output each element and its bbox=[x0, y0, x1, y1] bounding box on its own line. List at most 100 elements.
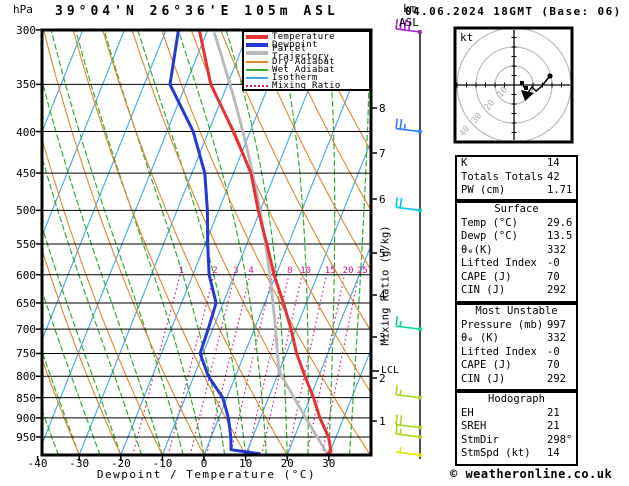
panel-row: Lifted Index -0 bbox=[457, 257, 576, 271]
panel-row-label: CAPE (J) bbox=[461, 270, 512, 283]
hodograph: 10203040 bbox=[453, 26, 574, 144]
most-unstable-panel: Most Unstable Pressure (mb) 997 θₑ (K) 332 Li… bbox=[455, 303, 578, 391]
pressure-tick-label: 500 bbox=[16, 204, 36, 218]
wind-barb bbox=[395, 316, 422, 331]
altitude-tick-label: 7 bbox=[379, 147, 386, 160]
altitude-tick-label: 1 bbox=[379, 415, 386, 428]
pressure-tick-label: 300 bbox=[16, 23, 36, 37]
panel-row: θₑ(K) 332 bbox=[457, 244, 576, 258]
panel-row-label: SREH bbox=[461, 420, 487, 432]
altitude-tick-label: 4 bbox=[379, 289, 386, 302]
panel-row-value: 70 bbox=[547, 270, 560, 283]
panel-row: SREH 21 bbox=[457, 420, 576, 434]
altitude-tick-label: 8 bbox=[379, 102, 386, 115]
legend-swatch bbox=[246, 35, 268, 40]
panel-row: Temp (°C) 29.6 bbox=[457, 217, 576, 231]
panel-row: StmSpd (kt) 14 bbox=[457, 447, 576, 461]
dry-adiabat-line bbox=[220, 30, 371, 333]
wet-adiabat-line bbox=[177, 30, 267, 455]
panel-row: Lifted Index -0 bbox=[457, 346, 576, 360]
mixing-ratio-label: 2 bbox=[212, 266, 217, 276]
pressure-tick-label: 650 bbox=[16, 296, 36, 310]
panel-row-label: CIN (J) bbox=[461, 372, 506, 385]
dry-adiabat-line bbox=[131, 30, 330, 455]
panel-row-value: 292 bbox=[547, 284, 566, 296]
panel-row-label: CIN (J) bbox=[461, 284, 506, 296]
mixing-ratio-label: 10 bbox=[300, 266, 311, 276]
legend: Temperature Dewpoint Parcel Trajectory Dry … bbox=[242, 30, 371, 91]
pressure-tick-label: 350 bbox=[16, 78, 36, 92]
panel-title: Most Unstable bbox=[475, 305, 558, 317]
panel-row: K 14 bbox=[457, 157, 576, 171]
altitude-axis-unit-asl: ASL bbox=[399, 16, 419, 29]
panel-row-value: 21 bbox=[547, 420, 560, 432]
legend-label: Mixing Ratio bbox=[272, 81, 341, 92]
temperature-tick-label: -10 bbox=[152, 457, 173, 470]
panel-row: Dewp (°C) 13.5 bbox=[457, 230, 576, 244]
mixing-ratio-axis-title: Mixing Ratio (g/kg) bbox=[379, 225, 392, 346]
panel-row-value: -0 bbox=[547, 257, 560, 269]
panel-row-label: K bbox=[461, 157, 468, 169]
panel-row-label: Pressure (mb) bbox=[461, 318, 544, 331]
legend-row: Mixing Ratio bbox=[246, 81, 369, 92]
panel-row-label: Dewp (°C) bbox=[461, 230, 518, 242]
mixing-ratio-label: 8 bbox=[287, 266, 292, 276]
panel-row-label: CAPE (J) bbox=[461, 359, 512, 371]
panel-row-value: 298° bbox=[547, 433, 573, 446]
temperature-tick-label: 30 bbox=[322, 457, 336, 470]
panel-row-label: Temp (°C) bbox=[461, 216, 518, 229]
panel-row-value: 21 bbox=[547, 406, 560, 419]
panel-row: CIN (J) 292 bbox=[457, 284, 576, 298]
pressure-tick-label: 850 bbox=[16, 391, 36, 405]
panel-title: Hodograph bbox=[488, 393, 545, 405]
temperature-tick-label: -40 bbox=[27, 457, 48, 470]
hodograph-ring-label: 40 bbox=[458, 124, 473, 139]
panel-row-label: StmDir bbox=[461, 433, 499, 446]
panel-row-value: -0 bbox=[547, 345, 560, 358]
altitude-tick-label: 2 bbox=[379, 372, 386, 385]
pressure-tick-label: 900 bbox=[16, 411, 36, 425]
panel-row-label: Lifted Index bbox=[461, 345, 537, 358]
hodograph-ring-label: 20 bbox=[483, 98, 498, 113]
wind-barb bbox=[395, 118, 422, 134]
mixing-ratio-label: 20 bbox=[343, 266, 354, 276]
wet-adiabat-line bbox=[349, 30, 371, 455]
panel-row-label: PW (cm) bbox=[461, 184, 506, 196]
panel-row: θₑ (K) 332 bbox=[457, 332, 576, 346]
legend-swatch bbox=[246, 51, 268, 56]
pressure-tick-label: 750 bbox=[16, 347, 36, 361]
altitude-tick-label: 6 bbox=[379, 193, 386, 206]
panel-row-value: 292 bbox=[547, 372, 566, 385]
panel-row: Totals Totals 42 bbox=[457, 171, 576, 185]
panel-row-value: 332 bbox=[547, 332, 566, 344]
mixing-ratio-label: 15 bbox=[325, 266, 336, 276]
panel-row-value: 14 bbox=[547, 157, 560, 169]
legend-swatch bbox=[246, 60, 268, 63]
pressure-tick-label: 950 bbox=[16, 430, 36, 444]
panel-row-value: 1.71 bbox=[547, 184, 573, 196]
wet-adiabat-line bbox=[50, 30, 184, 455]
copyright-credit: © weatheronline.co.uk bbox=[450, 467, 613, 481]
hodograph-dot-marker bbox=[547, 73, 553, 79]
panel-row: StmDir 298° bbox=[457, 434, 576, 448]
legend-swatch bbox=[246, 68, 268, 71]
panel-row-label: θₑ (K) bbox=[461, 332, 499, 344]
pressure-tick-label: 450 bbox=[16, 167, 36, 181]
wind-barb bbox=[395, 197, 422, 213]
wind-barb bbox=[395, 446, 422, 457]
isotherm-line bbox=[78, 30, 250, 455]
temperature-tick-label: 0 bbox=[200, 457, 208, 470]
hodograph-unit-label: kt bbox=[460, 31, 474, 44]
mixing-ratio-label: 25 bbox=[357, 266, 368, 276]
panel-row-value: 13.5 bbox=[547, 230, 573, 242]
pressure-tick-label: 800 bbox=[16, 370, 36, 384]
panel-row: PW (cm) 1.71 bbox=[457, 184, 576, 198]
panel-row-value: 14 bbox=[547, 447, 560, 459]
panel-row-value: 29.6 bbox=[547, 216, 573, 229]
mixing-ratio-label: 1 bbox=[179, 266, 184, 276]
panel-row: Pressure (mb) 997 bbox=[457, 319, 576, 333]
panel-row-label: EH bbox=[461, 406, 474, 419]
panel-row-value: 42 bbox=[547, 170, 560, 183]
wet-adiabat-line bbox=[327, 30, 336, 455]
panel-row: CAPE (J) 70 bbox=[457, 271, 576, 285]
